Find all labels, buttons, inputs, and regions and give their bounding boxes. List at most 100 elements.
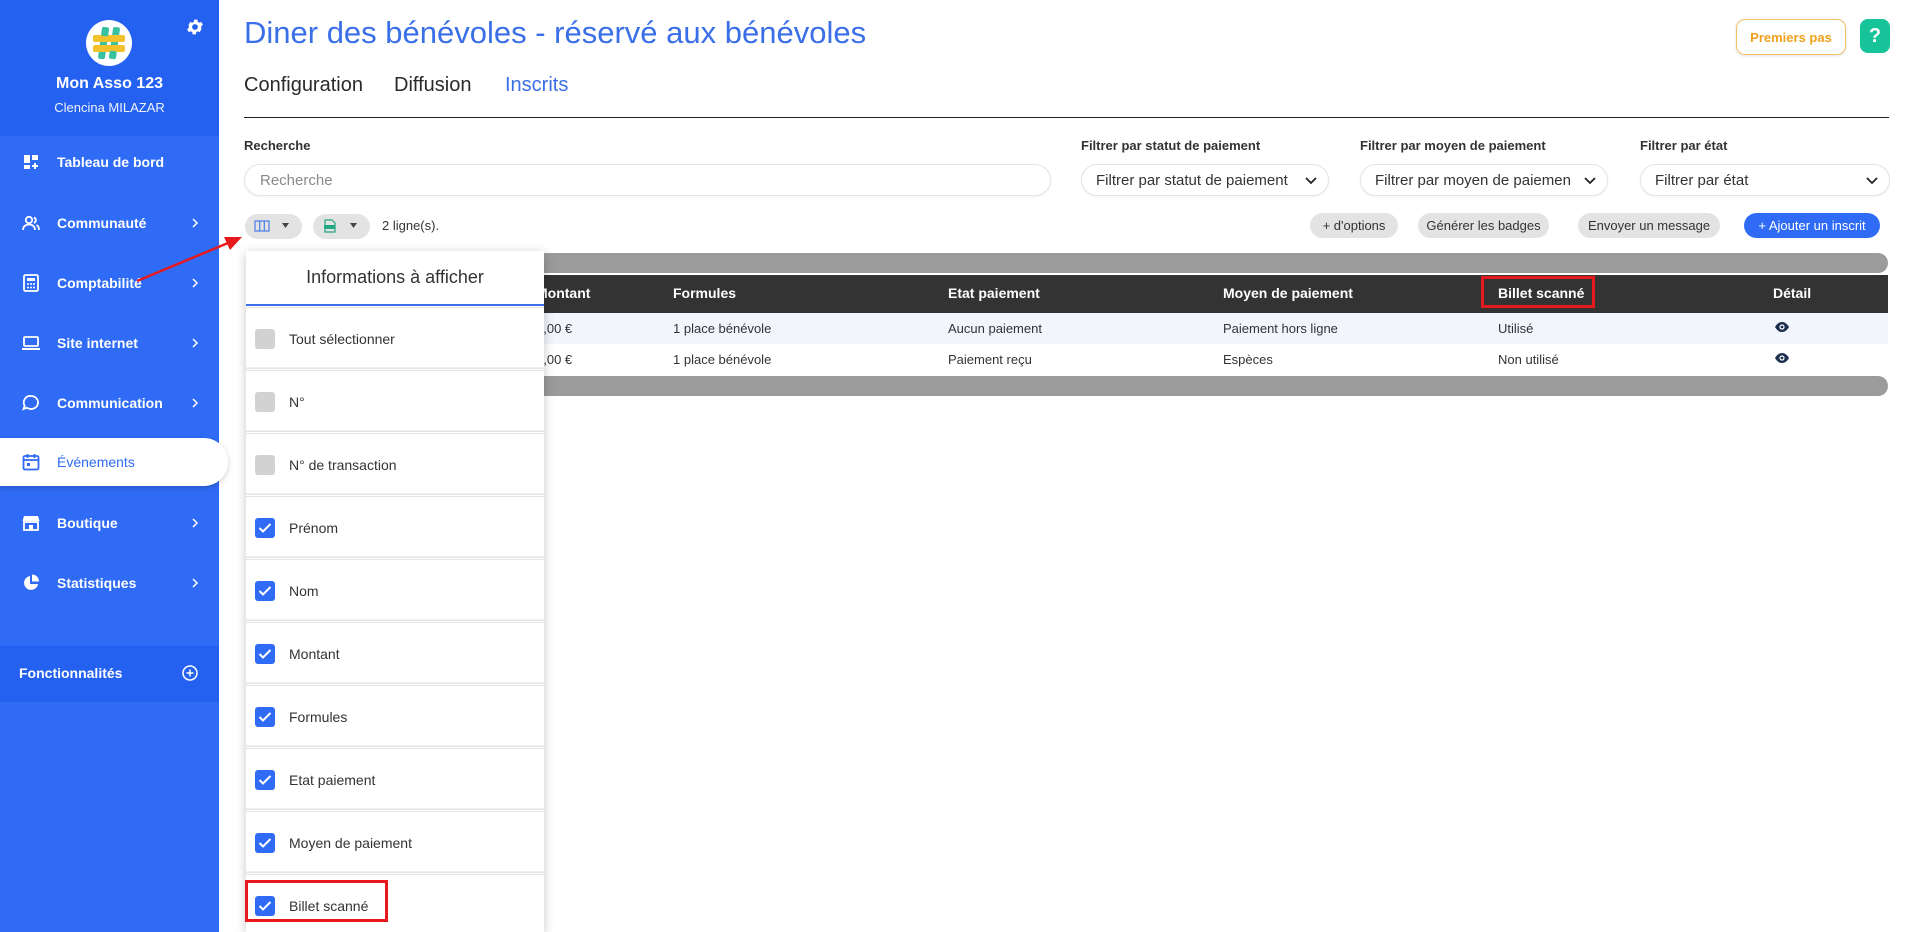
sidebar-item-evenements[interactable]: Événements [0,438,228,486]
shop-icon [22,516,40,531]
payment-status-select[interactable]: Filtrer par statut de paiement [1081,164,1329,196]
table-bottom-scrollbar[interactable] [540,376,1888,396]
column-header-etat-paiement[interactable]: Etat paiement [948,285,1040,301]
sidebar-item-comptabilite[interactable]: Comptabilité [0,259,219,307]
search-label: Recherche [244,138,311,153]
settings-gear-icon[interactable] [185,17,205,37]
sidebar-item-label: Boutique [57,515,118,531]
caret-down-icon [350,223,357,228]
sidebar-item-communication[interactable]: Communication [0,379,219,427]
column-header-moyen-paiement[interactable]: Moyen de paiement [1223,285,1353,301]
chevron-right-icon [192,518,199,528]
sidebar-item-boutique[interactable]: Boutique [0,499,219,547]
send-message-button[interactable]: Envoyer un message [1578,213,1720,238]
column-option-transaction[interactable]: N° de transaction [246,433,544,495]
checkbox[interactable] [255,833,275,853]
column-option-etat-paiement[interactable]: Etat paiement [246,748,544,810]
sidebar-item-site-internet[interactable]: Site internet [0,319,219,367]
row-count: 2 ligne(s). [382,218,440,233]
eye-icon[interactable] [1774,352,1790,364]
cell-formules: 1 place bénévole [673,352,772,367]
column-option-nom[interactable]: Nom [246,559,544,621]
column-header-billet-scanne[interactable]: Billet scanné [1498,285,1584,301]
chevron-right-icon [192,398,199,408]
state-select-value: Filtrer par état [1655,171,1749,189]
organization-logo[interactable] [86,20,132,66]
checkbox[interactable] [255,455,275,475]
sidebar: Mon Asso 123 Clencina MILAZAR Tableau de… [0,0,228,932]
column-option-montant[interactable]: Montant [246,622,544,684]
checkbox[interactable] [255,329,275,349]
checkbox[interactable] [255,707,275,727]
chevron-down-icon [1584,177,1596,185]
help-button[interactable]: ? [1860,19,1890,53]
tab-configuration[interactable]: Configuration [244,74,363,97]
export-button[interactable] [313,214,370,239]
sidebar-item-tableau-de-bord[interactable]: Tableau de bord [0,138,219,186]
sidebar-item-label: Site internet [57,335,138,351]
table-top-scrollbar[interactable] [540,253,1888,273]
tab-inscrits[interactable]: Inscrits [505,74,568,97]
cell-formules: 1 place bénévole [673,321,772,336]
checkmark-icon [258,649,272,659]
column-option-formules[interactable]: Formules [246,685,544,747]
column-option-prenom[interactable]: Prénom [246,496,544,558]
column-option-label: Nom [289,583,319,599]
payment-status-select-value: Filtrer par statut de paiement [1096,171,1288,189]
tab-diffusion[interactable]: Diffusion [394,74,471,97]
add-circle-icon[interactable] [181,664,199,682]
page-title: Diner des bénévoles - réservé aux bénévo… [244,15,867,50]
generate-badges-button[interactable]: Générer les badges [1418,213,1549,238]
chevron-down-icon [1305,177,1317,185]
search-input[interactable] [244,164,1051,196]
add-registrant-button[interactable]: + Ajouter un inscrit [1744,213,1880,238]
checkbox[interactable] [255,392,275,412]
payment-method-select[interactable]: Filtrer par moyen de paiement [1360,164,1608,196]
checkbox[interactable] [255,770,275,790]
column-option-billet-scanne[interactable]: Billet scanné [246,874,544,932]
chevron-right-icon [192,218,199,228]
payment-status-filter-label: Filtrer par statut de paiement [1081,138,1261,153]
chat-icon [21,395,39,411]
features-section[interactable]: Fonctionnalités [0,646,219,702]
premiers-pas-button[interactable]: Premiers pas [1736,19,1846,55]
payment-method-select-value: Filtrer par moyen de paiement [1375,171,1571,189]
eye-icon[interactable] [1774,321,1790,333]
sidebar-item-communaute[interactable]: Communauté [0,199,219,247]
community-icon [22,215,40,231]
payment-method-filter-label: Filtrer par moyen de paiement [1360,138,1546,153]
column-option-select-all[interactable]: Tout sélectionner [246,307,544,369]
column-header-formules[interactable]: Formules [673,285,736,301]
checkmark-icon [258,523,272,533]
column-header-detail[interactable]: Détail [1773,285,1811,301]
checkmark-icon [258,838,272,848]
table-row[interactable]: 0,00 € 1 place bénévole Aucun paiement P… [536,313,1888,344]
features-label: Fonctionnalités [19,665,123,681]
checkbox[interactable] [255,644,275,664]
sidebar-item-statistiques[interactable]: Statistiques [0,559,219,607]
checkbox[interactable] [255,896,275,916]
organization-name: Mon Asso 123 [56,75,163,92]
csv-file-icon [324,219,336,233]
column-header-montant[interactable]: Montant [536,285,590,301]
column-option-moyen-paiement[interactable]: Moyen de paiement [246,811,544,873]
more-options-button[interactable]: + d'options [1310,213,1398,238]
chevron-down-icon [1866,177,1878,185]
chevron-right-icon [192,578,199,588]
cell-billet-scanne: Utilisé [1498,321,1534,336]
column-option-numero[interactable]: N° [246,370,544,432]
organization-block: Mon Asso 123 Clencina MILAZAR [0,0,219,136]
state-select[interactable]: Filtrer par état [1640,164,1890,196]
cell-moyen-paiement: Espèces [1223,352,1273,367]
chevron-right-icon [192,278,199,288]
checkbox[interactable] [255,581,275,601]
cell-billet-scanne: Non utilisé [1498,352,1559,367]
calendar-icon [22,454,40,471]
table-row[interactable]: 0,00 € 1 place bénévole Paiement reçu Es… [536,344,1888,375]
columns-toggle-button[interactable] [245,214,302,239]
column-option-label: Etat paiement [289,772,376,788]
hashtag-logo-icon [93,26,125,60]
checkbox[interactable] [255,518,275,538]
cell-etat-paiement: Aucun paiement [948,321,1042,336]
state-filter-label: Filtrer par état [1640,138,1728,153]
